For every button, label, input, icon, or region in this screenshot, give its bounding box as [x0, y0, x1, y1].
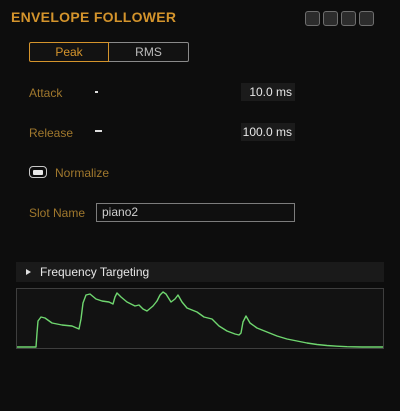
window-button-2[interactable] [323, 11, 338, 26]
envelope-graph-svg [17, 291, 383, 348]
release-value[interactable]: 100.0 ms [241, 123, 295, 141]
window-button-3[interactable] [341, 11, 356, 26]
release-label: Release [29, 126, 74, 140]
frequency-targeting-header[interactable]: Frequency Targeting [16, 262, 384, 282]
expand-arrow-icon [26, 269, 31, 275]
window-button-1[interactable] [305, 11, 320, 26]
attack-slider-handle[interactable] [95, 91, 98, 93]
envelope-graph [16, 288, 384, 349]
peak-mode-button[interactable]: Peak [29, 42, 109, 62]
envelope-waveform [17, 291, 383, 348]
normalize-toggle[interactable] [29, 166, 47, 178]
rms-mode-button[interactable]: RMS [109, 42, 189, 62]
window-buttons [305, 11, 374, 26]
normalize-toggle-knob [33, 169, 43, 175]
window-button-4[interactable] [359, 11, 374, 26]
attack-label: Attack [29, 86, 63, 100]
normalize-label: Normalize [55, 166, 110, 180]
plugin-title: ENVELOPE FOLLOWER [11, 9, 177, 25]
attack-value[interactable]: 10.0 ms [241, 83, 295, 101]
slot-name-label: Slot Name [29, 206, 86, 220]
mode-selector: Peak RMS [29, 42, 189, 62]
frequency-targeting-label: Frequency Targeting [40, 265, 150, 279]
release-slider-handle[interactable] [95, 130, 102, 132]
slot-name-field[interactable]: piano2 [96, 203, 295, 222]
